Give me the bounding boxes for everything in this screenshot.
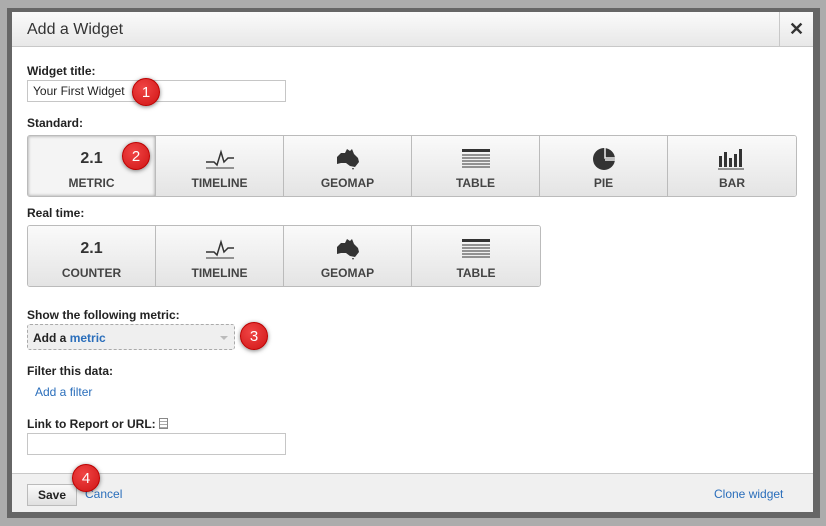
option-label: GEOMAP [320,266,375,280]
standard-bar-button[interactable]: BAR [668,136,796,196]
pie-icon [540,148,667,170]
save-button[interactable]: Save [27,484,77,506]
realtime-table-button[interactable]: TABLE [412,226,540,286]
metric-prefix: Add a [33,331,67,345]
option-label: PIE [593,176,614,190]
realtime-timeline-button[interactable]: TIMELINE [156,226,284,286]
step-badge-2: 2 [122,142,150,170]
australia-map-icon [284,148,411,170]
step-badge-4: 4 [72,464,100,492]
dialog-header: Add a Widget ✕ [12,12,813,47]
standard-table-button[interactable]: TABLE [412,136,540,196]
standard-pie-button[interactable]: PIE [540,136,668,196]
filter-label: Filter this data: [27,364,114,378]
close-icon: ✕ [788,19,805,39]
option-label: TIMELINE [191,176,248,190]
realtime-visualization-options: 2.1 COUNTER TIMELINE GEOMAP TABLE [27,225,541,287]
option-label: TABLE [456,266,496,280]
add-filter-link[interactable]: Add a filter [35,385,92,399]
bar-chart-icon [668,148,796,170]
metric-link: metric [69,331,106,345]
add-widget-dialog: Add a Widget ✕ Widget title: Standard: 2… [12,12,813,512]
option-label: BAR [719,176,745,190]
standard-timeline-button[interactable]: TIMELINE [156,136,284,196]
standard-geomap-button[interactable]: GEOMAP [284,136,412,196]
step-badge-3: 3 [240,322,268,350]
dialog-title: Add a Widget [27,21,124,38]
clone-widget-link[interactable]: Clone widget [714,487,783,501]
link-url-input[interactable] [27,433,286,455]
option-label: GEOMAP [320,176,375,190]
australia-map-icon [284,238,411,260]
option-label: COUNTER [61,266,122,280]
counter-icon: 2.1 [80,240,103,257]
link-url-label-text: Link to Report or URL: [27,417,156,431]
option-label: TABLE [455,176,496,190]
link-url-label: Link to Report or URL: [27,417,168,431]
report-icon[interactable] [159,418,168,429]
table-icon [412,148,539,170]
option-label: TIMELINE [191,266,248,280]
timeline-icon [156,238,283,260]
option-label: METRIC [68,176,115,190]
metric-label: Show the following metric: [27,308,180,322]
step-badge-1: 1 [132,78,160,106]
close-button[interactable]: ✕ [779,12,813,47]
chevron-down-icon [220,336,228,340]
widget-title-label: Widget title: [27,64,96,78]
standard-label: Standard: [27,116,84,130]
realtime-geomap-button[interactable]: GEOMAP [284,226,412,286]
dialog-footer: Save Cancel Clone widget [12,473,813,512]
timeline-icon [156,148,283,170]
realtime-counter-button[interactable]: 2.1 COUNTER [28,226,156,286]
metric-select[interactable]: Add a metric [27,324,235,350]
realtime-label: Real time: [27,206,85,220]
table-icon [412,238,540,260]
